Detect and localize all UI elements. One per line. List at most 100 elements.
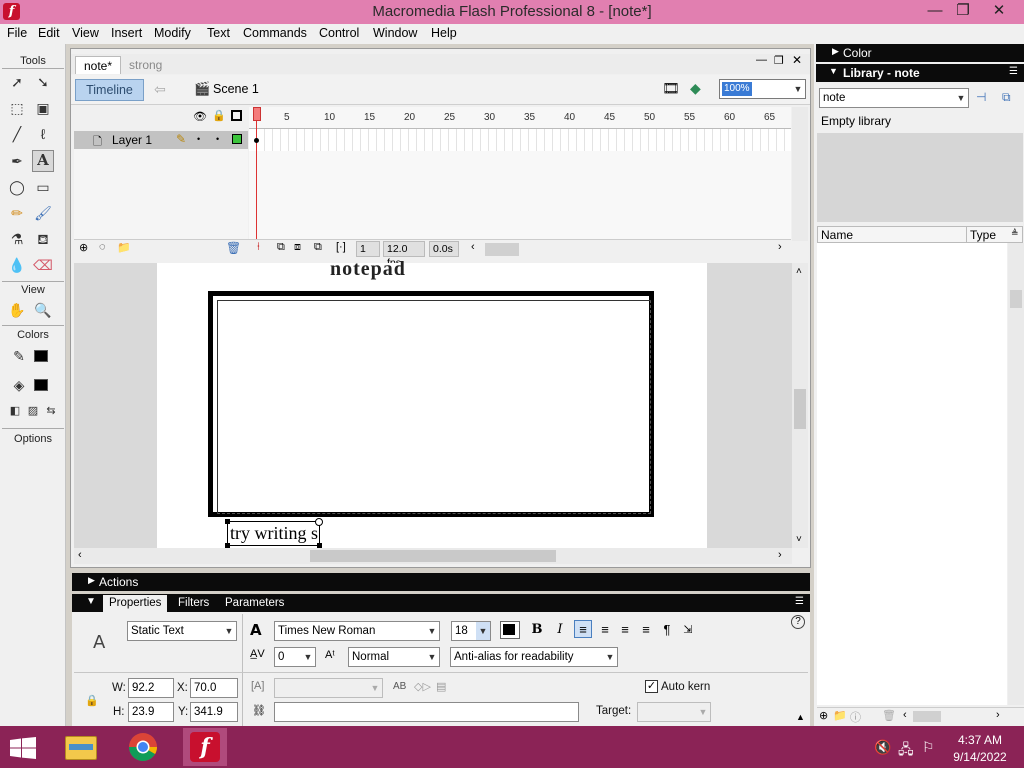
library-document-select[interactable]: note ▼ [819,88,969,108]
doc-minimize-button[interactable]: — [756,54,767,66]
library-hscroll-thumb[interactable] [913,711,941,722]
pen-tool-icon[interactable]: ✒ [6,150,28,172]
bold-button[interactable]: B [528,621,546,639]
swap-colors-icon[interactable]: ⇆ [40,400,62,422]
zoom-select[interactable]: 100% ▼ [719,79,806,99]
font-size-field[interactable]: 18 ▼ [451,621,491,641]
scroll-right-icon[interactable]: › [778,241,782,253]
text-color-picker[interactable] [500,621,520,639]
letter-spacing-field[interactable]: 0 ▼ [274,647,316,667]
menu-view[interactable]: View [72,26,99,40]
library-panel-header[interactable]: ▼ Library - note ☰ [816,64,1024,82]
tab-filters[interactable]: Filters [178,597,209,609]
target-select[interactable]: ▼ [637,702,711,722]
scroll-right-icon[interactable]: › [778,549,782,561]
insert-layer-icon[interactable]: ⊕ [79,241,88,254]
pin-library-icon[interactable]: ⧉ [1002,90,1011,105]
text-tool-icon[interactable]: A [32,150,54,172]
menu-edit[interactable]: Edit [38,26,60,40]
modify-onion-markers-icon[interactable]: [·] [336,241,346,253]
tab-strong[interactable]: strong [121,56,170,74]
network-icon[interactable]: 🖧 [898,739,914,763]
notepad-inner-area[interactable] [217,300,651,514]
layer-outline-color[interactable] [232,134,242,144]
column-type[interactable]: Type [970,228,996,242]
subselection-tool-icon[interactable]: ➘ [32,71,54,93]
stage-heading[interactable]: notepad [330,258,406,281]
file-explorer-taskbar-button[interactable] [59,728,103,766]
edit-multiple-frames-icon[interactable]: ⧉ [314,241,322,254]
collapse-arrow-icon[interactable]: ▼ [86,596,96,607]
frame-rate[interactable]: 12.0 fps [383,241,425,269]
stage-hscroll-thumb[interactable] [310,550,556,562]
menu-commands[interactable]: Commands [243,26,307,40]
border-icon[interactable]: ▤ [436,680,446,693]
render-html-icon[interactable]: ◇▷ [414,680,431,693]
eraser-tool-icon[interactable]: ⌫ [32,254,54,276]
scroll-right-icon[interactable]: › [996,709,1000,721]
url-link-field[interactable] [274,702,579,722]
library-scroll-thumb[interactable] [1010,290,1022,308]
help-icon[interactable]: ? [791,615,805,629]
scroll-left-icon[interactable]: ‹ [903,709,907,721]
paint-bucket-tool-icon[interactable]: ⛾ [32,228,54,250]
new-folder-icon[interactable]: 📁 [833,709,847,722]
doc-restore-button[interactable]: ❐ [774,54,784,67]
new-library-panel-icon[interactable]: ⊣ [976,90,986,104]
stage-text-field[interactable]: try writing s [227,521,320,546]
visibility-dot-icon[interactable]: • [197,134,200,144]
fill-transform-tool-icon[interactable]: ▣ [32,97,54,119]
insert-folder-icon[interactable]: 📁 [117,241,131,254]
auto-kern-checkbox[interactable]: ✓ [645,680,658,693]
align-center-button[interactable]: ≡ [596,621,614,639]
align-left-button[interactable]: ≡ [574,620,592,638]
delete-layer-icon[interactable]: 🗑 [226,241,241,255]
panel-options-icon[interactable]: ☰ [795,596,804,607]
playhead[interactable] [253,107,261,121]
collapse-panel-icon[interactable]: ▲ [796,712,805,722]
lasso-tool-icon[interactable]: ℓ [32,123,54,145]
tab-parameters[interactable]: Parameters [225,597,284,609]
stage-vscroll-thumb[interactable] [794,389,806,429]
width-field[interactable]: 92.2 [128,678,174,698]
edit-symbols-icon[interactable]: ◆ [690,80,701,97]
line-tool-icon[interactable]: ╱ [6,123,28,145]
properties-icon[interactable]: ⓘ [850,709,861,725]
show-hide-eye-icon[interactable]: 👁 [193,110,207,123]
timeline-vertical-scrollbar[interactable] [792,107,808,241]
doc-close-button[interactable]: ✕ [792,53,802,67]
scroll-down-icon[interactable]: ˅ [796,534,802,545]
keyframe-dot[interactable] [254,138,259,143]
color-panel-header[interactable]: ▶ Color [816,44,1024,62]
taskbar-time[interactable]: 4:37 AM [950,733,1010,747]
menu-window[interactable]: Window [373,26,417,40]
delete-icon[interactable]: 🗑 [882,709,896,722]
text-handle-top-left[interactable] [225,519,230,524]
new-symbol-icon[interactable]: ⊕ [819,709,828,722]
oval-tool-icon[interactable]: ◯ [6,176,28,198]
text-resize-handle[interactable] [315,518,323,526]
scroll-left-icon[interactable]: ‹ [78,549,82,561]
library-item-list[interactable] [817,243,1007,705]
eyedropper-tool-icon[interactable]: 💧 [6,254,28,276]
start-button[interactable] [10,737,38,759]
sort-icon[interactable]: ≜ [1011,228,1019,239]
italic-button[interactable]: I [551,621,569,639]
justify-button[interactable]: ≡ [637,621,655,639]
onion-skin-icon[interactable]: ⧉ [277,241,285,254]
column-name[interactable]: Name [821,228,853,242]
stroke-color-swatch[interactable] [34,350,48,362]
taskbar-date[interactable]: 9/14/2022 [950,750,1010,764]
hand-tool-icon[interactable]: ✋ [6,299,28,321]
selection-tool-icon[interactable]: ➚ [6,71,28,93]
lock-icon[interactable]: 🔒 [212,109,226,122]
timeline-ruler[interactable]: 1 5 10 15 20 25 30 35 40 45 50 55 60 65 [249,107,791,129]
brush-tool-icon[interactable]: 🖌 [32,202,54,224]
timeline-hscroll-thumb[interactable] [485,243,519,256]
menu-file[interactable]: File [7,26,27,40]
x-field[interactable]: 70.0 [190,678,238,698]
height-field[interactable]: 23.9 [128,702,174,722]
text-type-select[interactable]: Static Text ▼ [127,621,237,641]
anti-alias-select[interactable]: Anti-alias for readability ▼ [450,647,618,667]
align-right-button[interactable]: ≡ [616,621,634,639]
